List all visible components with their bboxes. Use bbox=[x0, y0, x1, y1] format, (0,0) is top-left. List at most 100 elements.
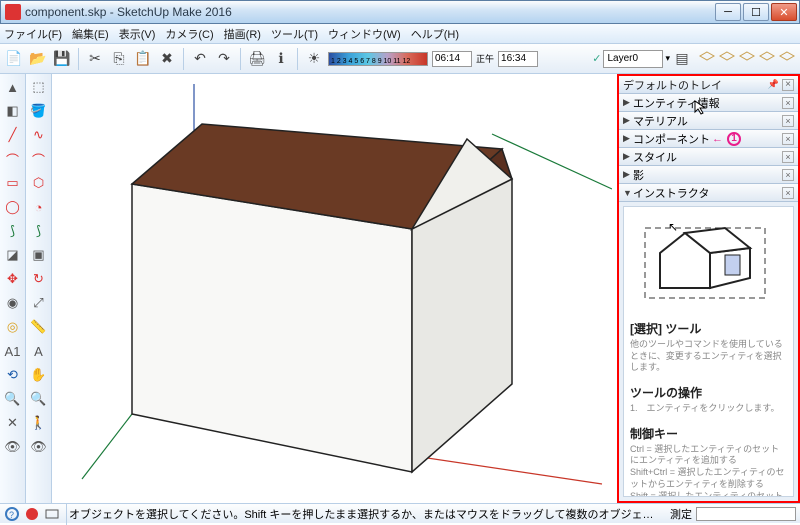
rotate-tool-icon[interactable]: ↻ bbox=[28, 268, 50, 290]
redo-icon[interactable]: ↷ bbox=[214, 49, 234, 69]
panel-close-icon[interactable]: × bbox=[782, 187, 794, 199]
paste-icon[interactable]: 📋 bbox=[133, 49, 153, 69]
panel-shadow[interactable]: ▶ 影 × bbox=[619, 166, 798, 184]
2pt-arc-icon[interactable]: ⌒ bbox=[28, 148, 50, 170]
delete-icon[interactable]: ✖ bbox=[157, 49, 177, 69]
tray-title: デフォルトのトレイ bbox=[623, 77, 722, 93]
panel-close-icon[interactable]: × bbox=[782, 151, 794, 163]
iso-view1-icon[interactable] bbox=[698, 50, 716, 68]
chevron-right-icon: ▶ bbox=[623, 151, 633, 162]
eraser-tool-icon[interactable]: ◧ bbox=[2, 100, 24, 122]
model-info-icon[interactable]: ℹ bbox=[271, 49, 291, 69]
timezone-label: 正午 bbox=[476, 52, 494, 65]
tray-header[interactable]: デフォルトのトレイ 📌 × bbox=[619, 76, 798, 94]
panel-close-icon[interactable]: × bbox=[782, 169, 794, 181]
panel-close-icon[interactable]: × bbox=[782, 97, 794, 109]
time-end-field[interactable] bbox=[498, 51, 538, 67]
scale-tool-icon[interactable]: ⤢ bbox=[28, 292, 50, 314]
save-icon[interactable]: 💾 bbox=[52, 49, 72, 69]
new-icon[interactable]: 📄 bbox=[4, 49, 24, 69]
panel-instructor[interactable]: ▼ インストラクタ × bbox=[619, 184, 798, 202]
cut-icon[interactable]: ✂ bbox=[85, 49, 105, 69]
instructor-op-1: 1. エンティティをクリックします。 bbox=[630, 403, 787, 415]
shadow-slider[interactable]: 1 2 3 4 5 6 7 8 9 10 11 12 bbox=[328, 52, 428, 66]
pushpull-tool-icon[interactable]: ◪ bbox=[2, 244, 24, 266]
menu-file[interactable]: ファイル(F) bbox=[4, 26, 62, 42]
component-tool-icon[interactable]: ⬚ bbox=[28, 76, 50, 98]
iso-view2-icon[interactable] bbox=[718, 50, 736, 68]
look-tool-icon[interactable]: 👁 bbox=[28, 436, 50, 458]
menu-draw[interactable]: 描画(R) bbox=[224, 26, 261, 42]
camera-tool-icon[interactable]: 👁 bbox=[2, 436, 24, 458]
geo-icon[interactable] bbox=[24, 506, 40, 522]
iso-view4-icon[interactable] bbox=[758, 50, 776, 68]
status-hint: オブジェクトを選択してください。Shift キーを押したまま選択するか、またはマ… bbox=[69, 506, 654, 522]
zoomext-tool-icon[interactable]: 🔍 bbox=[28, 388, 50, 410]
dropdown-arrow-icon[interactable]: ▾ bbox=[665, 53, 670, 64]
undo-icon[interactable]: ↶ bbox=[190, 49, 210, 69]
print-icon[interactable]: 🖨 bbox=[247, 49, 267, 69]
freehand-tool-icon[interactable]: ∿ bbox=[28, 124, 50, 146]
polygon-tool-icon[interactable]: ⬡ bbox=[28, 172, 50, 194]
arc2-tool-icon[interactable]: ⟆ bbox=[2, 220, 24, 242]
move-tool-icon[interactable]: ✥ bbox=[2, 268, 24, 290]
paint-tool-icon[interactable]: 🪣 bbox=[28, 100, 50, 122]
followme-tool-icon[interactable]: ◉ bbox=[2, 292, 24, 314]
help-icon[interactable]: ? bbox=[4, 506, 20, 522]
panel-label: コンポーネント bbox=[633, 131, 710, 147]
pan-tool-icon[interactable]: ✋ bbox=[28, 364, 50, 386]
instructor-ctrl-3: Shift = 選択したエンティティのセットに対してエンティティの追加と削除を切… bbox=[630, 491, 787, 498]
open-icon[interactable]: 📂 bbox=[28, 49, 48, 69]
line-tool-icon[interactable]: ╱ bbox=[2, 124, 24, 146]
menu-tools[interactable]: ツール(T) bbox=[271, 26, 318, 42]
titlebar: component.skp - SketchUp Make 2016 ─ ☐ ✕ bbox=[0, 0, 800, 24]
chevron-right-icon: ▶ bbox=[623, 169, 633, 180]
panel-material[interactable]: ▶ マテリアル × bbox=[619, 112, 798, 130]
credits-icon[interactable] bbox=[44, 506, 60, 522]
time-start-field[interactable] bbox=[432, 51, 472, 67]
chevron-down-icon: ▼ bbox=[623, 188, 633, 198]
zoom-tool-icon[interactable]: 🔍 bbox=[2, 388, 24, 410]
offset-tool-icon[interactable]: ◎ bbox=[2, 316, 24, 338]
shadows-toggle-icon[interactable]: ☀ bbox=[304, 49, 324, 69]
iso-view5-icon[interactable] bbox=[778, 50, 796, 68]
section-tool-icon[interactable]: ✕ bbox=[2, 412, 24, 434]
iso-view3-icon[interactable] bbox=[738, 50, 756, 68]
panel-entity-info[interactable]: ▶ エンティティ情報 × bbox=[619, 94, 798, 112]
close-button[interactable]: ✕ bbox=[771, 3, 797, 21]
maximize-button[interactable]: ☐ bbox=[743, 3, 769, 21]
walk-tool-icon[interactable]: 🚶 bbox=[28, 412, 50, 434]
arc3-tool-icon[interactable]: ⟆ bbox=[28, 220, 50, 242]
pushpull2-icon[interactable]: ▣ bbox=[28, 244, 50, 266]
orbit-tool-icon[interactable]: ⟲ bbox=[2, 364, 24, 386]
layer-dropdown[interactable] bbox=[603, 50, 663, 68]
layer-manager-icon[interactable]: ▤ bbox=[672, 49, 692, 69]
instructor-content: ↖ [選択] ツール 他のツールやコマンドを使用しているときに、変更するエンティ… bbox=[623, 206, 794, 497]
select-tool-icon[interactable]: ▲ bbox=[2, 76, 24, 98]
menu-camera[interactable]: カメラ(C) bbox=[165, 26, 213, 42]
copy-icon[interactable]: ⎘ bbox=[109, 49, 129, 69]
menu-help[interactable]: ヘルプ(H) bbox=[411, 26, 459, 42]
tray-close-icon[interactable]: × bbox=[782, 79, 794, 91]
model-viewport[interactable] bbox=[52, 74, 617, 503]
menubar: ファイル(F) 編集(E) 表示(V) カメラ(C) 描画(R) ツール(T) … bbox=[0, 24, 800, 44]
3dtext-tool-icon[interactable]: A bbox=[28, 340, 50, 362]
panel-component[interactable]: ▶ コンポーネント ← 1 × bbox=[619, 130, 798, 148]
circle-tool-icon[interactable]: ◯ bbox=[2, 196, 24, 218]
panel-style[interactable]: ▶ スタイル × bbox=[619, 148, 798, 166]
measurement-field[interactable] bbox=[696, 507, 796, 521]
menu-edit[interactable]: 編集(E) bbox=[72, 26, 109, 42]
panel-label: 影 bbox=[633, 167, 644, 183]
panel-close-icon[interactable]: × bbox=[782, 115, 794, 127]
model-3d-house bbox=[72, 84, 612, 504]
menu-view[interactable]: 表示(V) bbox=[119, 26, 156, 42]
minimize-button[interactable]: ─ bbox=[715, 3, 741, 21]
rect-tool-icon[interactable]: ▭ bbox=[2, 172, 24, 194]
text-tool-icon[interactable]: A1 bbox=[2, 340, 24, 362]
panel-close-icon[interactable]: × bbox=[782, 133, 794, 145]
arc-tool-icon[interactable]: ⌒ bbox=[2, 148, 24, 170]
tape-tool-icon[interactable]: 📏 bbox=[28, 316, 50, 338]
pie-tool-icon[interactable]: ◔ bbox=[28, 196, 50, 218]
menu-window[interactable]: ウィンドウ(W) bbox=[328, 26, 401, 42]
pin-icon[interactable]: 📌 bbox=[765, 79, 782, 90]
